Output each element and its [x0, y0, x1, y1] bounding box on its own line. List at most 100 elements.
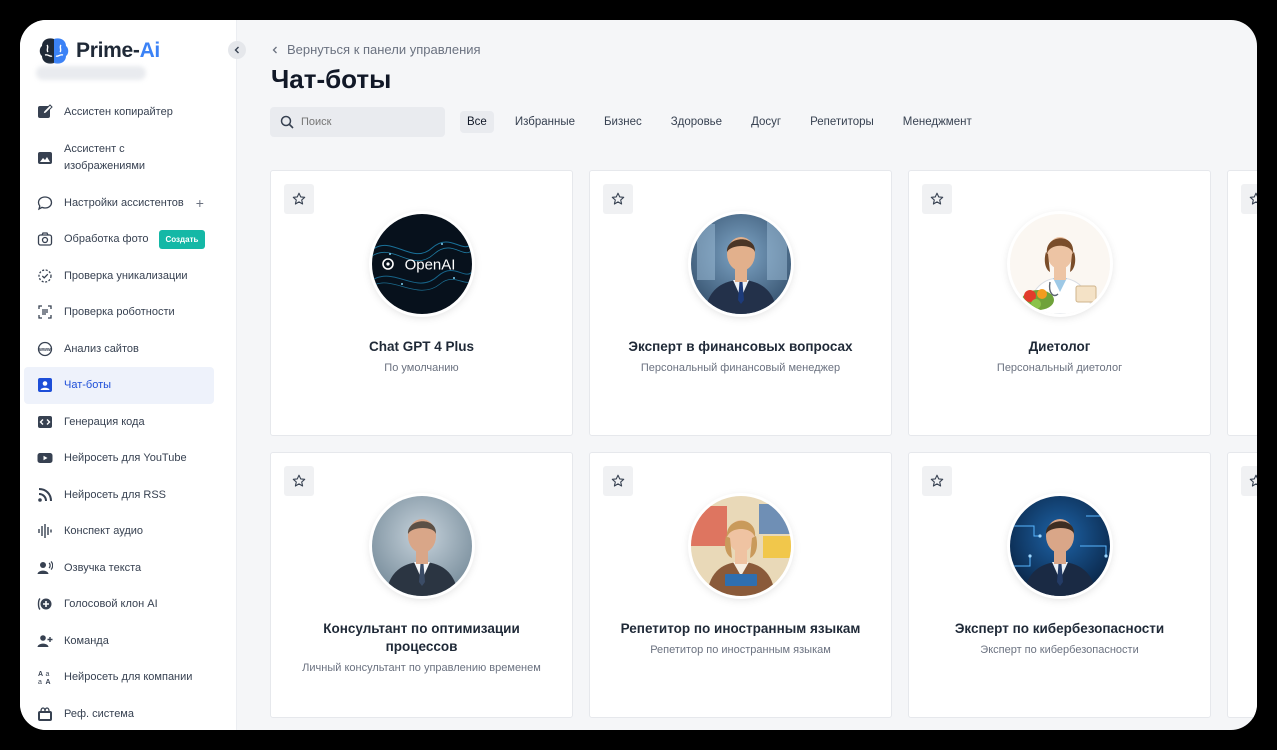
sidebar-item-label: Реф. система — [64, 707, 134, 720]
team-icon — [36, 632, 54, 650]
image-icon — [36, 149, 54, 167]
openai-logo-text: OpenAI — [404, 257, 455, 274]
chatbot-card[interactable]: Эксперт в финансовых вопросах Персональны… — [589, 170, 892, 436]
star-outline-icon — [292, 192, 306, 205]
star-outline-icon — [611, 474, 625, 487]
sidebar-item[interactable]: Обработка фото Создать — [24, 221, 214, 258]
sidebar-item[interactable]: Голосовой клон AI — [24, 586, 214, 623]
star-outline-icon — [930, 474, 944, 487]
sidebar-item[interactable]: Настройки ассистентов + — [24, 185, 214, 222]
sidebar-item-label: Генерация кода — [64, 415, 145, 428]
favorite-button[interactable] — [922, 466, 952, 496]
sidebar-item-label: Ассистен копирайтер — [64, 106, 173, 118]
svg-text:www: www — [38, 347, 51, 353]
category-tab[interactable]: Репетиторы — [803, 111, 881, 133]
sidebar-item[interactable]: Озвучка текста — [24, 550, 214, 587]
chatbot-subtitle: Эксперт по кибербезопасности — [980, 644, 1139, 656]
brain-logo-icon — [39, 38, 69, 64]
edit-icon — [36, 103, 54, 121]
sidebar-item[interactable]: Команда — [24, 623, 214, 660]
favorite-button[interactable] — [284, 466, 314, 496]
svg-text:a: a — [38, 679, 42, 685]
svg-text:A: A — [38, 671, 43, 678]
sidebar-item[interactable]: Ассистен копирайтер — [24, 94, 214, 131]
favorite-button[interactable] — [603, 184, 633, 214]
category-tab[interactable]: Здоровье — [664, 111, 729, 133]
category-tab[interactable]: Бизнес — [597, 111, 649, 133]
scan-text-icon — [36, 303, 54, 321]
star-outline-icon — [1249, 474, 1257, 487]
chatbot-title: Эксперт по кибербезопасности — [954, 621, 1165, 636]
chatbot-card-partial[interactable] — [1227, 452, 1257, 718]
chatbot-subtitle: Персональный диетолог — [996, 362, 1123, 374]
sidebar-nav: Ассистен копирайтер Ассистент с изображен… — [24, 94, 214, 730]
logo[interactable]: Prime-Ai — [38, 36, 160, 66]
sidebar-item[interactable]: Проверка уникализации — [24, 258, 214, 295]
category-tab[interactable]: Избранные — [508, 111, 582, 133]
sidebar-item[interactable]: Нейросеть для YouTube — [24, 440, 214, 477]
sidebar-item-label: Ассистент с изображениями — [64, 143, 146, 172]
chatbot-card[interactable]: Эксперт по кибербезопасности Эксперт по к… — [908, 452, 1211, 718]
favorite-button[interactable] — [1241, 466, 1257, 496]
chatbot-subtitle: Персональный финансовый менеджер — [640, 362, 841, 374]
chatbot-card[interactable]: OpenAI Chat GPT 4 Plus По умолчанию — [270, 170, 573, 436]
check-circle-icon — [36, 267, 54, 285]
referral-icon — [36, 705, 54, 723]
chatbot-card[interactable]: Консультант по оптимизации процессов Личн… — [270, 452, 573, 718]
sidebar-item[interactable]: Нейросеть для RSS — [24, 477, 214, 514]
search-box[interactable] — [270, 107, 445, 137]
chatbot-title: Эксперт в финансовых вопросах — [628, 339, 853, 354]
sidebar-item[interactable]: Ассистент с изображениями — [24, 131, 214, 185]
page-title: Чат-боты — [271, 64, 392, 94]
create-badge-button[interactable]: Создать — [158, 229, 206, 249]
chatbot-card[interactable]: Репетитор по иностранным языкам Репетитор… — [589, 452, 892, 718]
star-outline-icon — [611, 192, 625, 205]
chatbot-card-partial[interactable] — [1227, 170, 1257, 436]
star-outline-icon — [1249, 192, 1257, 205]
chevron-left-icon — [272, 46, 277, 53]
search-icon — [280, 115, 294, 129]
chatbot-avatar — [371, 496, 472, 596]
favorite-button[interactable] — [1241, 184, 1257, 214]
search-input[interactable] — [301, 116, 431, 128]
sidebar-item-label: Проверка роботности — [64, 306, 175, 318]
chatbot-avatar — [690, 214, 791, 314]
chatbot-avatar — [1009, 214, 1110, 314]
logo-text: Prime-Ai — [76, 39, 160, 62]
sidebar-item-label: Нейросеть для компании — [64, 671, 193, 683]
category-tab[interactable]: Все — [460, 111, 494, 133]
favorite-button[interactable] — [603, 466, 633, 496]
voice-clone-icon — [36, 595, 54, 613]
chatbot-title: Диетолог — [1028, 339, 1091, 354]
favorite-button[interactable] — [284, 184, 314, 214]
add-assistant-button[interactable]: + — [196, 195, 204, 211]
sidebar-item-label: Конспект аудио — [64, 525, 144, 537]
sidebar-item[interactable]: Конспект аудио — [24, 513, 214, 550]
sidebar-item[interactable]: Проверка роботности — [24, 294, 214, 331]
main-content: Вернуться к панели управления Чат-боты В… — [237, 20, 1257, 730]
sidebar-item[interactable]: www Анализ сайтов — [24, 331, 214, 368]
sidebar-collapse-button[interactable] — [228, 41, 246, 59]
chatbot-subtitle: Репетитор по иностранным языкам — [650, 644, 831, 656]
chatbot-avatar — [1009, 496, 1110, 596]
app-window: Prime-Ai Ассистен копирайтер Ассистент с … — [20, 20, 1257, 730]
sidebar: Prime-Ai Ассистен копирайтер Ассистент с … — [20, 20, 237, 730]
sidebar-item[interactable]: Генерация кода — [24, 404, 214, 441]
sidebar-item[interactable]: Реф. система — [24, 696, 214, 731]
chatbot-card[interactable]: Диетолог Персональный диетолог — [908, 170, 1211, 436]
user-info-blurred — [36, 66, 146, 80]
back-link[interactable]: Вернуться к панели управления — [271, 42, 481, 57]
favorite-button[interactable] — [922, 184, 952, 214]
category-tab[interactable]: Досуг — [744, 111, 788, 133]
audio-wave-icon — [36, 522, 54, 540]
chatbot-title: Chat GPT 4 Plus — [368, 339, 475, 354]
chatbot-subtitle: По умолчанию — [384, 362, 459, 374]
sidebar-item[interactable]: Aa a A Нейросеть для компании — [24, 659, 214, 696]
back-link-label: Вернуться к панели управления — [287, 42, 481, 57]
sidebar-item-label: Обработка фото — [64, 233, 149, 245]
sidebar-item[interactable]: Чат-боты — [24, 367, 214, 404]
rss-icon — [36, 486, 54, 504]
chevron-left-icon — [234, 46, 239, 54]
category-tab[interactable]: Менеджмент — [896, 111, 979, 133]
translate-icon: AaaA — [36, 668, 54, 686]
